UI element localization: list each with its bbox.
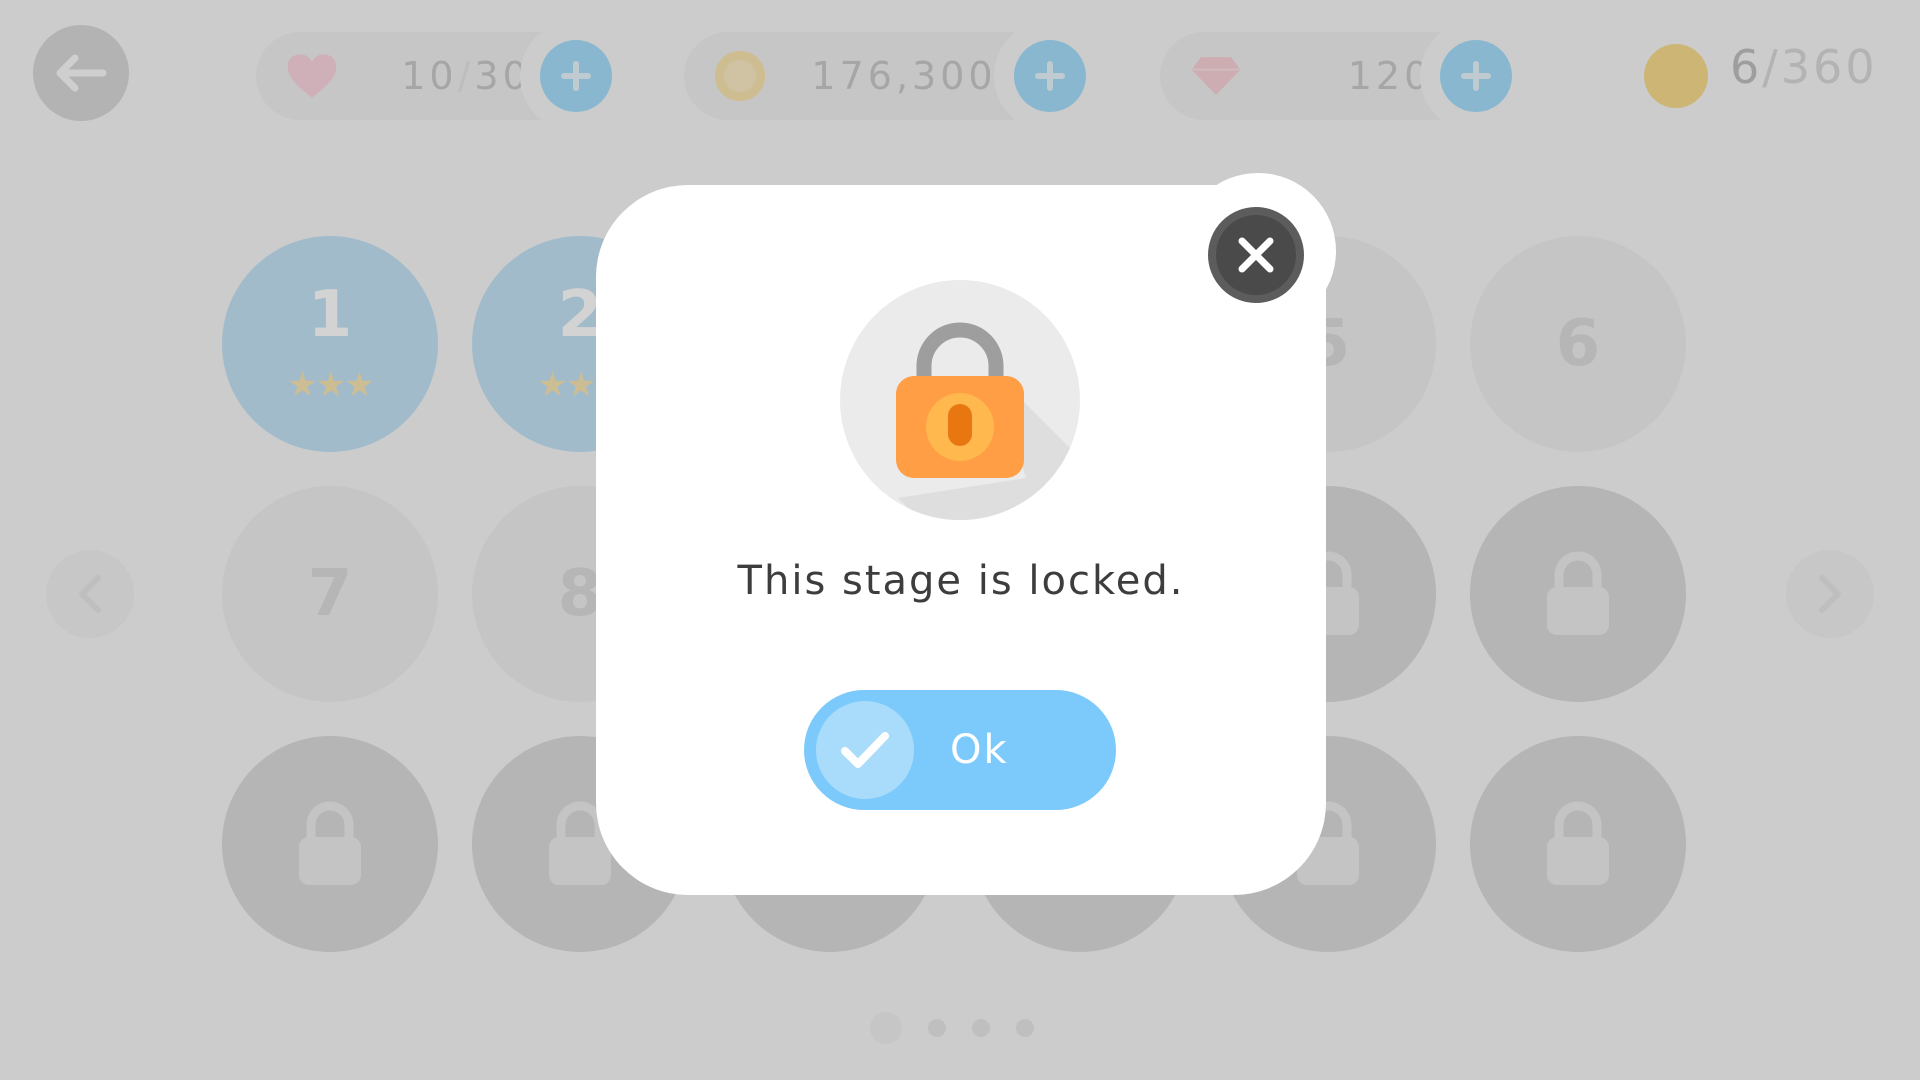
ok-button-label: Ok <box>950 727 1009 773</box>
ok-button[interactable]: Ok <box>804 690 1116 810</box>
close-icon <box>1238 237 1274 273</box>
close-button[interactable] <box>1208 207 1304 303</box>
dialog-message: This stage is locked. <box>737 558 1185 604</box>
lock-icon <box>896 322 1080 520</box>
checkmark-icon <box>816 701 914 799</box>
lock-badge <box>840 280 1080 520</box>
